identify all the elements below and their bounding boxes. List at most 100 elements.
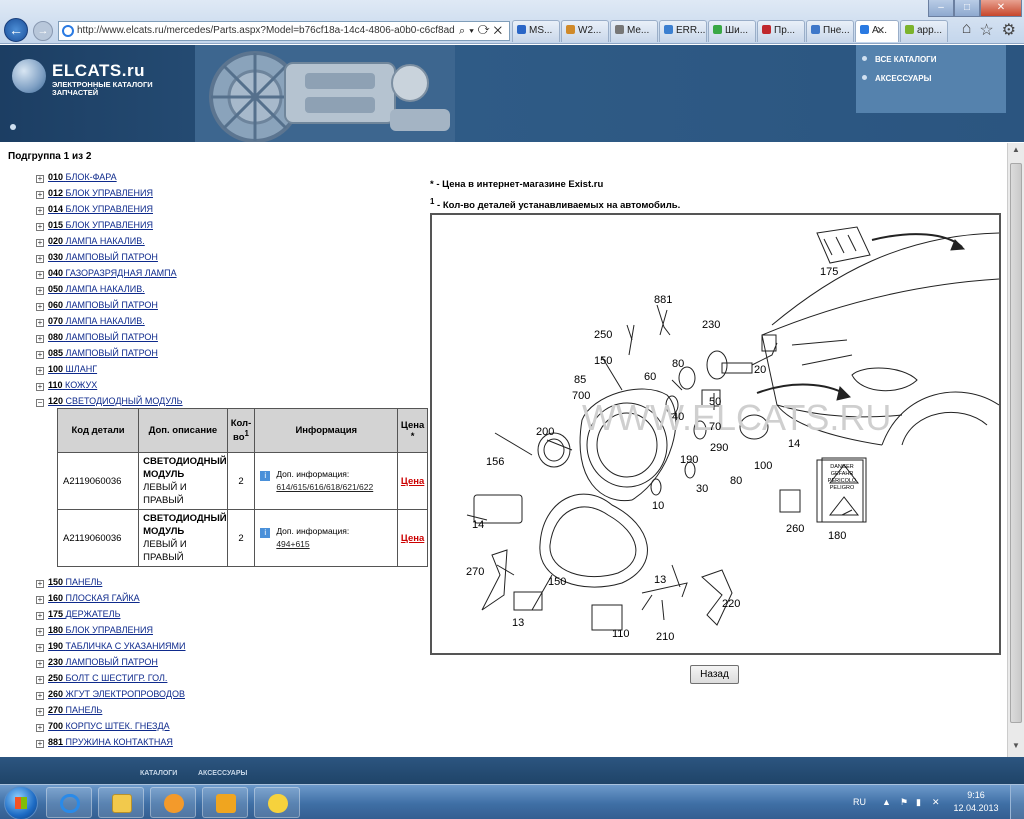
language-indicator[interactable]: RU [853,797,866,807]
tree-item-link[interactable]: 040 ГАЗОРАЗРЯДНАЯ ЛАМПА [48,268,177,278]
browser-tab[interactable]: Пр... [757,20,805,42]
info-link[interactable]: 494+615 [276,539,309,549]
tree-item[interactable]: +040 ГАЗОРАЗРЯДНАЯ ЛАМПА [36,267,431,283]
tree-item-link[interactable]: 010 БЛОК-ФАРА [48,172,117,182]
minimize-button[interactable]: – [928,0,954,17]
show-desktop-button[interactable] [1010,785,1024,819]
collapse-icon[interactable]: − [36,399,44,407]
expand-icon[interactable]: + [36,335,44,343]
expand-icon[interactable]: + [36,383,44,391]
diagram-callout[interactable]: 150 [548,576,566,588]
tree-item-link[interactable]: 015 БЛОК УПРАВЛЕНИЯ [48,220,153,230]
info-link[interactable]: 614/615/616/618/621/622 [276,482,373,492]
diagram-callout[interactable]: 156 [486,456,504,468]
expand-icon[interactable]: + [36,724,44,732]
info-icon[interactable]: i [260,528,271,538]
forward-arrow-icon[interactable]: → [33,21,53,41]
tree-item[interactable]: +110 КОЖУХ [36,379,431,395]
tree-item[interactable]: +160 ПЛОСКАЯ ГАЙКА [36,592,431,608]
expand-icon[interactable]: + [36,319,44,327]
diagram-callout[interactable]: 190 [680,454,698,466]
browser-tab[interactable]: Пне... [806,20,854,42]
diagram-callout[interactable]: 180 [828,530,846,542]
expand-icon[interactable]: + [36,612,44,620]
tree-item-link[interactable]: 012 БЛОК УПРАВЛЕНИЯ [48,188,153,198]
expand-icon[interactable]: + [36,255,44,263]
expand-icon[interactable]: + [36,191,44,199]
diagram-callout[interactable]: 100 [754,460,772,472]
browser-tab[interactable]: ERR... [659,20,707,42]
tree-item[interactable]: +020 ЛАМПА НАКАЛИВ. [36,235,431,251]
expand-icon[interactable]: + [36,692,44,700]
tree-item[interactable]: +010 БЛОК-ФАРА [36,171,431,187]
diagram-callout[interactable]: 260 [786,523,804,535]
diagram-callout[interactable]: 14 [472,519,484,531]
scroll-thumb[interactable] [1010,163,1022,723]
tree-item-link[interactable]: 160 ПЛОСКАЯ ГАЙКА [48,593,140,603]
expand-icon[interactable]: + [36,239,44,247]
expand-icon[interactable]: + [36,580,44,588]
address-controls[interactable]: ⌕▾⟳✕ [455,22,506,40]
tree-item[interactable]: +070 ЛАМПА НАКАЛИВ. [36,315,431,331]
browser-tab[interactable]: Ши... [708,20,756,42]
tree-item[interactable]: +150 ПАНЕЛЬ [36,576,431,592]
scroll-up-arrow-icon[interactable]: ▲ [1010,145,1022,159]
tree-item-link[interactable]: 030 ЛАМПОВЫЙ ПАТРОН [48,252,158,262]
tree-item[interactable]: +180 БЛОК УПРАВЛЕНИЯ [36,624,431,640]
expand-icon[interactable]: + [36,708,44,716]
diagram-callout[interactable]: 220 [722,598,740,610]
tree-item-link[interactable]: 180 БЛОК УПРАВЛЕНИЯ [48,625,153,635]
tree-item[interactable]: +881 ПРУЖИНА КОНТАКТНАЯ [36,736,431,752]
expand-icon[interactable]: + [36,223,44,231]
diagram-callout[interactable]: 13 [512,617,524,629]
tree-item-link[interactable]: 070 ЛАМПА НАКАЛИВ. [48,316,145,326]
expand-icon[interactable]: + [36,367,44,375]
tree-item[interactable]: +250 БОЛТ С ШЕСТИГР. ГОЛ. [36,672,431,688]
taskbar-ie[interactable] [46,787,92,818]
diagram-callout[interactable]: 290 [710,442,728,454]
tree-item[interactable]: +085 ЛАМПОВЫЙ ПАТРОН [36,347,431,363]
taskbar-1c[interactable] [254,787,300,818]
tree-item[interactable]: +030 ЛАМПОВЫЙ ПАТРОН [36,251,431,267]
diagram-callout[interactable]: 70 [709,421,721,433]
tree-item-link[interactable]: 881 ПРУЖИНА КОНТАКТНАЯ [48,737,173,747]
tree-item-link[interactable]: 700 КОРПУС ШТЕК. ГНЕЗДА [48,721,170,731]
expand-icon[interactable]: + [36,207,44,215]
tree-item-link[interactable]: 250 БОЛТ С ШЕСТИГР. ГОЛ. [48,673,167,683]
vertical-scrollbar[interactable]: ▲ ▼ [1007,143,1024,757]
tray-clock[interactable]: 9:16 12.04.2013 [950,789,1002,815]
network-icon[interactable]: ▮ [916,797,926,807]
diagram-callout[interactable]: 270 [466,566,484,578]
back-button[interactable]: Назад [690,665,739,684]
diagram-callout[interactable]: 210 [656,631,674,643]
browser-tab[interactable]: W2... [561,20,609,42]
browser-tab[interactable]: MS... [512,20,560,42]
diagram-callout[interactable]: 200 [536,426,554,438]
tree-item-link[interactable]: 050 ЛАМПА НАКАЛИВ. [48,284,145,294]
info-icon[interactable]: i [260,471,271,481]
tree-item[interactable]: +700 КОРПУС ШТЕК. ГНЕЗДА [36,720,431,736]
diagram-callout[interactable]: 13 [654,574,666,586]
diagram-callout[interactable]: 30 [696,483,708,495]
tree-item-link[interactable]: 175 ДЕРЖАТЕЛЬ [48,609,120,619]
maximize-button[interactable]: □ [954,0,980,17]
tree-item-link[interactable]: 100 ШЛАНГ [48,364,97,374]
tree-item-link[interactable]: 080 ЛАМПОВЫЙ ПАТРОН [48,332,158,342]
tree-item[interactable]: +175 ДЕРЖАТЕЛЬ [36,608,431,624]
diagram-callout[interactable]: 60 [644,371,656,383]
footer-link-catalogs[interactable]: КАТАЛОГИ [140,770,177,777]
home-icon[interactable]: ⌂ [962,20,972,40]
scroll-down-arrow-icon[interactable]: ▼ [1010,741,1022,755]
diagram-callout[interactable]: 230 [702,319,720,331]
tray-arrow-icon[interactable]: ▲ [882,797,892,807]
expand-icon[interactable]: + [36,175,44,183]
diagram-callout[interactable]: 14 [788,438,800,450]
browser-tab[interactable]: app... [900,20,948,42]
taskbar-outlook[interactable] [202,787,248,818]
diagram-callout[interactable]: 250 [594,329,612,341]
diagram-callout[interactable]: 20 [754,364,766,376]
tree-item[interactable]: +060 ЛАМПОВЫЙ ПАТРОН [36,299,431,315]
expand-icon[interactable]: + [36,628,44,636]
volume-icon[interactable]: ✕ [932,797,942,807]
browser-tab[interactable]: Me... [610,20,658,42]
